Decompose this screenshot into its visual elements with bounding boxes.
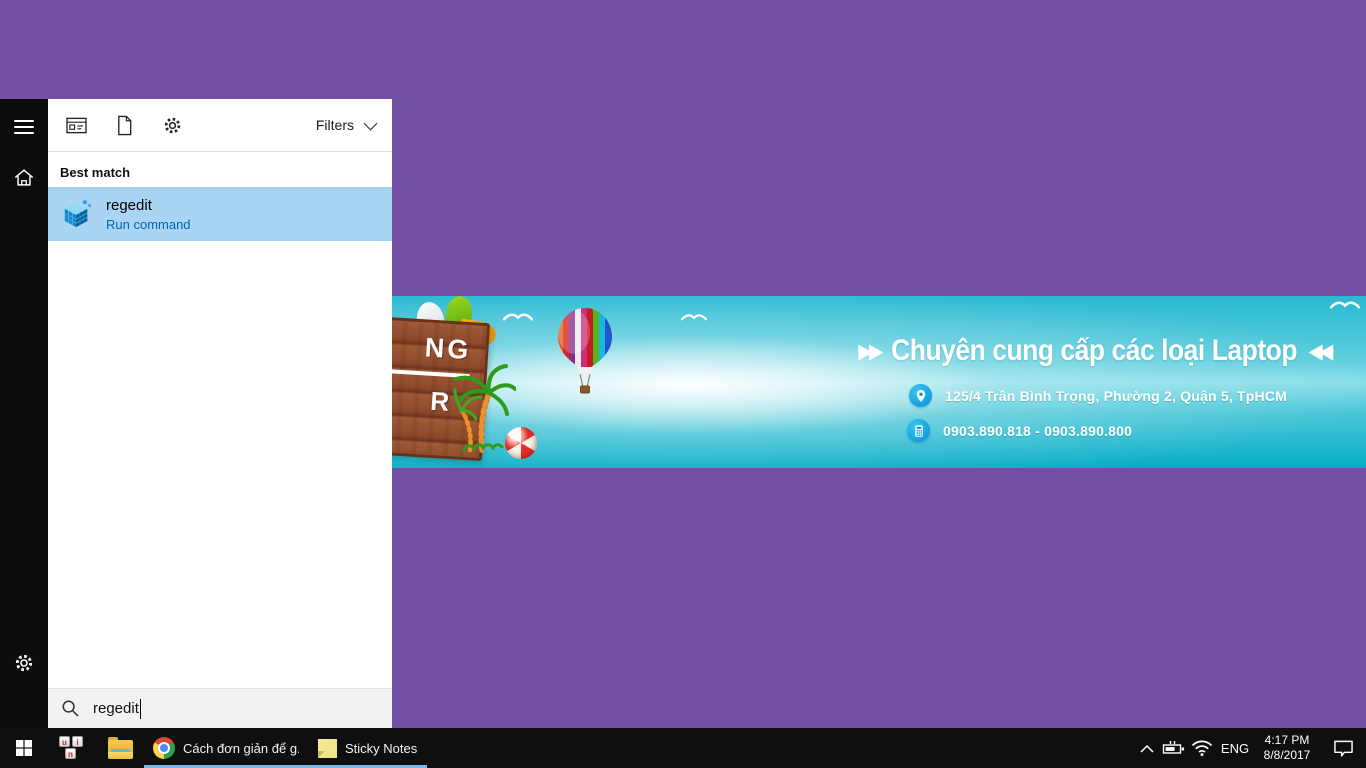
- battery-charging-icon: [1162, 740, 1186, 756]
- arrow-right-icon: ▶▶: [858, 341, 879, 362]
- banner-headline: ▶▶ Chuyên cung cấp các loại Laptop ◀◀: [858, 334, 1330, 368]
- search-results-panel: Filters Best match regedit Run command r…: [48, 99, 392, 728]
- location-pin-icon: [909, 384, 932, 407]
- phone-calculator-icon: [907, 419, 930, 442]
- start-button[interactable]: [0, 728, 48, 768]
- chrome-icon: [153, 737, 175, 759]
- best-match-label: Best match: [60, 165, 380, 180]
- arrow-left-icon: ◀◀: [1309, 341, 1330, 362]
- action-center-icon: [1333, 739, 1354, 758]
- registry-editor-icon: [62, 199, 92, 229]
- search-rail: [0, 99, 48, 728]
- text-caret: [140, 699, 142, 719]
- home-icon: [13, 167, 35, 188]
- taskbar-item-unikey[interactable]: uin: [48, 728, 96, 768]
- taskbar-item-sticky-notes[interactable]: Sticky Notes: [309, 728, 427, 768]
- result-text: regedit Run command: [106, 197, 191, 232]
- seagull-icon: [503, 310, 533, 322]
- result-subtitle: Run command: [106, 217, 191, 232]
- hot-air-balloon-icon: [556, 306, 614, 396]
- network-status-button[interactable]: [1188, 728, 1216, 768]
- banner-headline-text: Chuyên cung cấp các loại Laptop: [891, 334, 1297, 368]
- chevron-up-icon: [1140, 744, 1154, 753]
- battery-status-button[interactable]: [1160, 728, 1188, 768]
- filter-settings-button[interactable]: [152, 105, 192, 145]
- search-flyout: Filters Best match regedit Run command r…: [0, 99, 392, 728]
- language-code: ENG: [1221, 741, 1249, 756]
- chrome-window-title: Cách đơn giản để g...: [183, 741, 299, 756]
- seagull-icon: [681, 311, 707, 322]
- hamburger-menu-icon: [14, 116, 34, 138]
- sticky-notes-icon: [318, 739, 337, 758]
- search-filter-bar: Filters: [48, 99, 392, 152]
- taskbar: uin Cách đơn giản để g... Sticky Notes E…: [0, 728, 1366, 768]
- banner-phone-text: 0903.890.818 - 0903.890.800: [943, 423, 1132, 439]
- unikey-icon: uin: [58, 735, 86, 761]
- search-input[interactable]: regedit: [48, 688, 392, 728]
- document-icon: [115, 115, 134, 136]
- search-icon: [61, 699, 80, 718]
- clock-date: 8/8/2017: [1264, 748, 1311, 763]
- home-button[interactable]: [0, 155, 48, 199]
- gear-icon: [13, 652, 35, 674]
- banner-phone-row: 0903.890.818 - 0903.890.800: [907, 419, 1132, 442]
- sticky-notes-title: Sticky Notes: [345, 741, 417, 756]
- best-match-result-regedit[interactable]: regedit Run command: [48, 187, 392, 241]
- clock-time: 4:17 PM: [1265, 733, 1310, 748]
- action-center-button[interactable]: [1320, 728, 1366, 768]
- clock[interactable]: 4:17 PM 8/8/2017: [1254, 733, 1320, 763]
- seagull-icon: [1330, 298, 1360, 310]
- file-explorer-icon: [108, 740, 133, 759]
- chevron-down-icon: [363, 122, 378, 131]
- filters-dropdown[interactable]: Filters: [316, 117, 392, 133]
- system-tray: ENG 4:17 PM 8/8/2017: [1134, 728, 1366, 768]
- filters-label: Filters: [316, 117, 354, 133]
- windows-logo-icon: [16, 740, 32, 756]
- search-query-text: regedit: [93, 700, 139, 717]
- language-indicator[interactable]: ENG: [1216, 728, 1254, 768]
- gear-icon: [162, 115, 183, 136]
- filter-documents-button[interactable]: [104, 105, 144, 145]
- banner-address-text: 125/4 Trần Bình Trọng, Phường 2, Quận 5,…: [945, 388, 1287, 404]
- taskbar-item-file-explorer[interactable]: [96, 728, 144, 768]
- filter-apps-button[interactable]: [56, 105, 96, 145]
- beach-ball-icon: [505, 427, 537, 459]
- result-title: regedit: [106, 197, 191, 214]
- expand-menu-button[interactable]: [0, 105, 48, 149]
- wifi-icon: [1190, 739, 1214, 757]
- banner-address-row: 125/4 Trần Bình Trọng, Phường 2, Quận 5,…: [909, 384, 1287, 407]
- apps-icon: [66, 116, 87, 135]
- settings-button[interactable]: [0, 641, 48, 685]
- taskbar-item-chrome[interactable]: Cách đơn giản để g...: [144, 728, 309, 768]
- show-hidden-icons-button[interactable]: [1134, 728, 1160, 768]
